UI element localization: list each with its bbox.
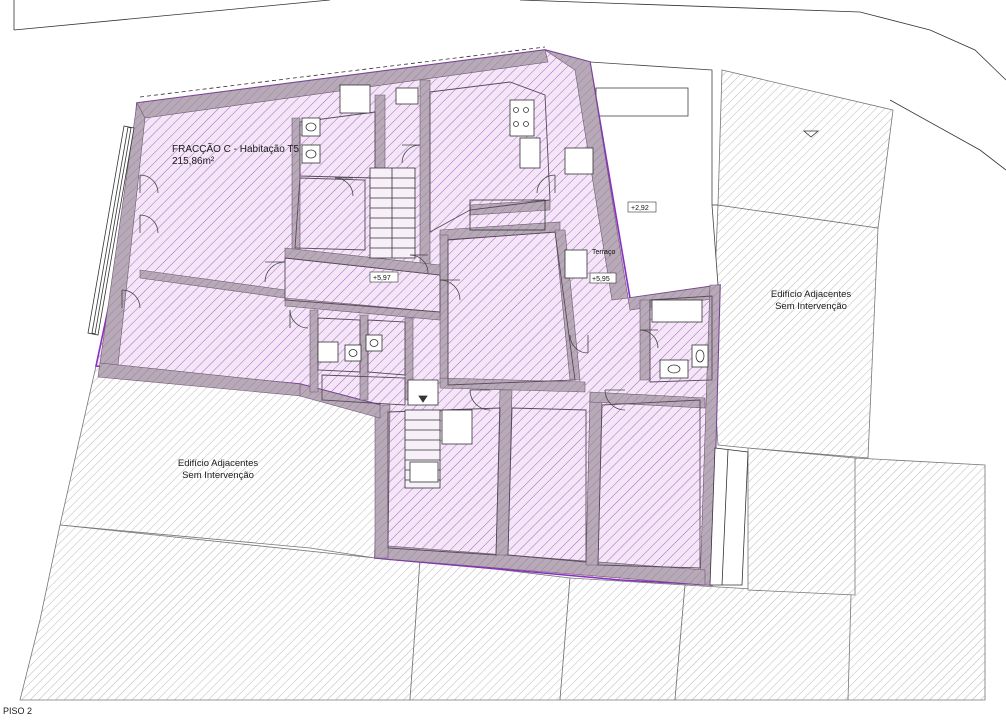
floor-plan-drawing: FRACÇÃO C - Habitação T5 215,86m² Edifíc… (3, 0, 1006, 716)
unit-title: FRACÇÃO C - Habitação T5 (172, 142, 300, 155)
terrace-label: Terraço (592, 249, 615, 256)
adjacent-left-line1: Edifício Adjacentes (178, 458, 259, 469)
unit-area: 215,86m² (172, 156, 215, 167)
adjacent-left-line2: Sem Intervenção (182, 470, 254, 481)
floor-plan: FRACÇÃO C - Habitação T5 215,86m² Edifíc… (0, 0, 1006, 720)
window-strip-right (709, 447, 749, 586)
stairs-upper (369, 167, 416, 259)
terrace-level: +2,92 (631, 205, 649, 212)
corridor-level: +5,97 (373, 275, 391, 282)
adjacent-right-line2: Sem Intervenção (775, 301, 847, 312)
stair-level: +5,95 (592, 276, 610, 283)
floor-label: PISO 2 (3, 706, 32, 716)
adjacent-right-line1: Edifício Adjacentes (771, 289, 852, 300)
